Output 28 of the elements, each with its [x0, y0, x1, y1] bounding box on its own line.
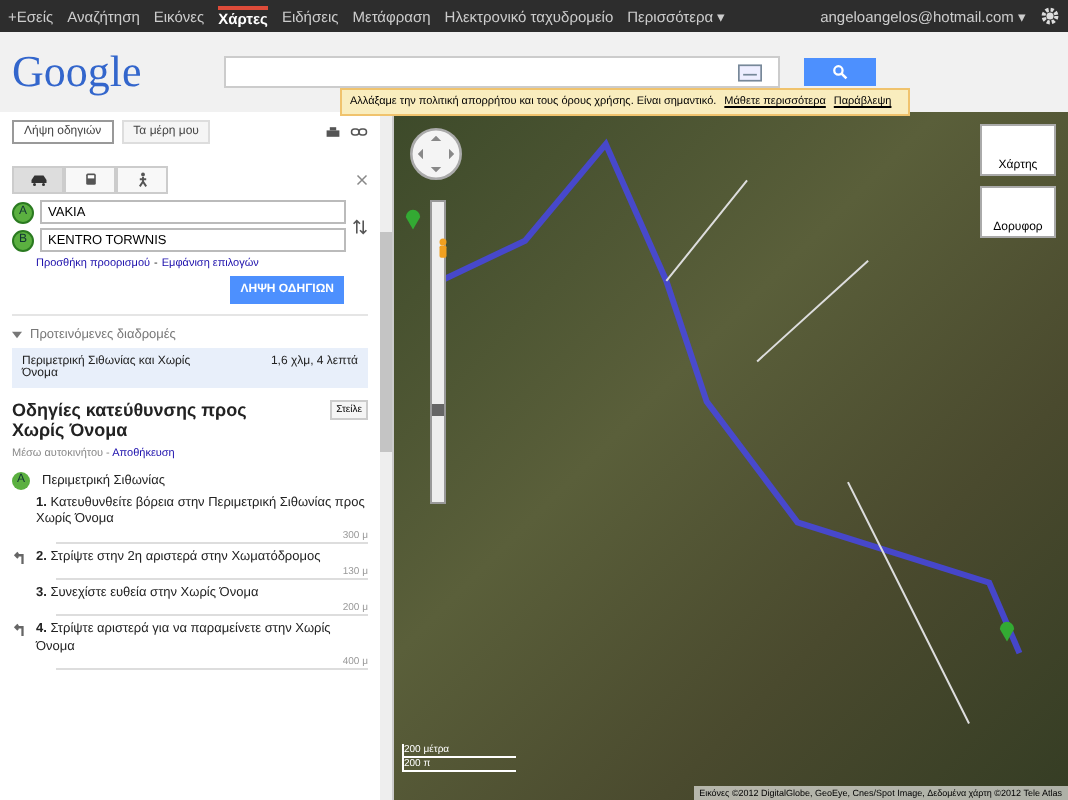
bus-icon — [81, 172, 99, 188]
settings-icon[interactable] — [1040, 6, 1060, 26]
person-figure-icon[interactable] — [436, 236, 450, 262]
directions-title: Οδηγίες κατεύθυνσης προς Χωρίς Όνομα — [12, 400, 249, 442]
car-icon — [29, 172, 47, 188]
turn-left-icon — [12, 622, 26, 637]
search-button[interactable] — [804, 58, 876, 86]
zoom-slider-thumb[interactable] — [432, 403, 444, 416]
pan-control[interactable] — [410, 128, 462, 180]
turn-left-icon — [12, 549, 26, 564]
map-pin-icon — [404, 204, 422, 230]
zoom-slider[interactable] — [430, 200, 446, 504]
scrollbar-thumb[interactable] — [380, 232, 392, 452]
scrollbar[interactable] — [380, 112, 392, 800]
travel-mode-button[interactable] — [64, 166, 116, 194]
printer-icon[interactable] — [324, 124, 342, 140]
map-pin-icon — [998, 616, 1016, 642]
swap-arrows-icon[interactable] — [352, 217, 368, 235]
close-icon[interactable] — [356, 174, 368, 186]
logo[interactable]: Google — [12, 46, 172, 98]
travel-mode-button[interactable] — [116, 166, 168, 194]
collapse-triangle-icon[interactable] — [12, 330, 22, 340]
search-icon — [832, 64, 848, 80]
keyboard-icon[interactable] — [738, 63, 762, 81]
travel-mode-button[interactable] — [12, 166, 64, 194]
link-icon[interactable] — [350, 124, 368, 140]
search-field[interactable] — [224, 56, 780, 88]
walking-person-icon — [133, 172, 151, 188]
